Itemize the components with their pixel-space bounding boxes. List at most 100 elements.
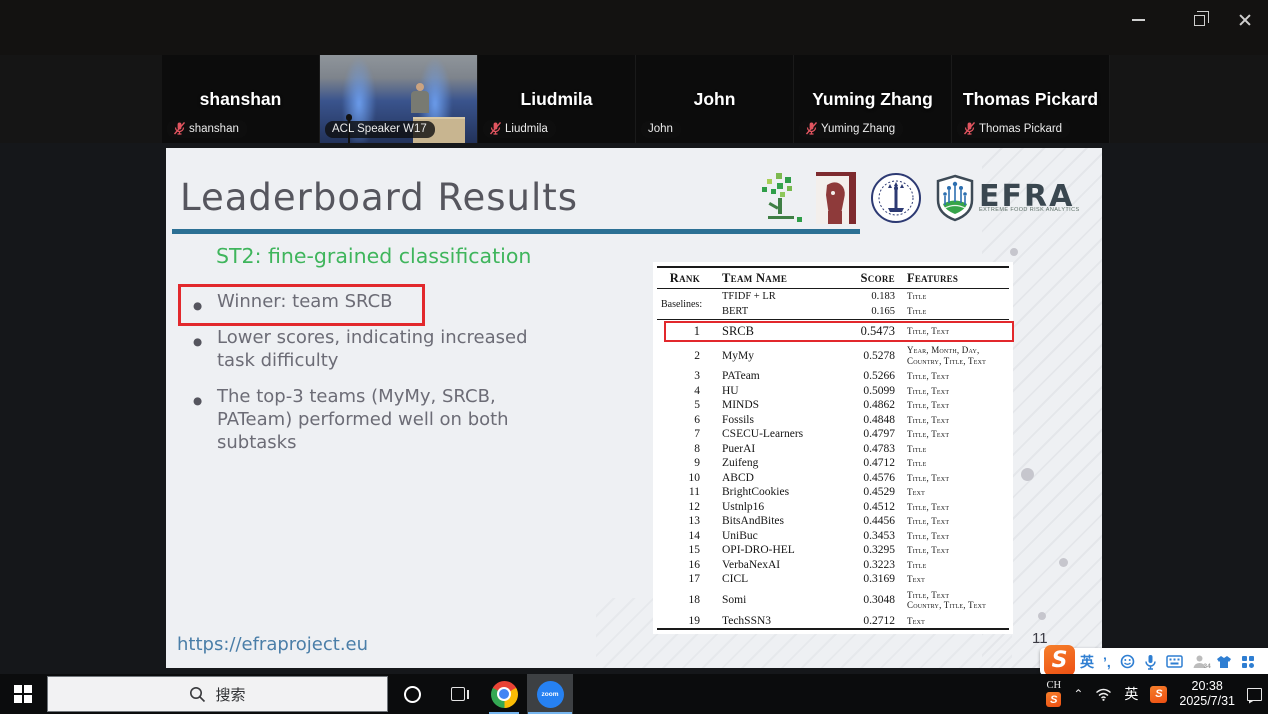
wifi-icon[interactable]	[1095, 688, 1112, 701]
cell-team: Ustnlp16	[712, 501, 837, 513]
punctuation-icon[interactable]: ’,	[1103, 654, 1111, 670]
cell-score: 0.4712	[837, 457, 895, 469]
emoji-icon[interactable]	[1120, 654, 1135, 669]
slide-subtitle: ST2: fine-grained classification	[216, 244, 531, 268]
cell-rank: 1	[657, 324, 712, 339]
chrome-taskbar-button[interactable]	[481, 674, 527, 714]
header-score: Score	[837, 271, 895, 286]
cell-team: BERT	[712, 306, 837, 317]
cell-features: Title, Text	[895, 473, 1009, 484]
toolbox-icon[interactable]	[1241, 655, 1255, 669]
cell-rank: 12	[657, 501, 712, 513]
table-row: 2 MyMy 0.5278 Year, Month, Day,Country, …	[657, 342, 1009, 369]
cell-rank: 3	[657, 370, 712, 382]
action-center-button[interactable]	[1247, 688, 1262, 701]
cell-team: HU	[712, 385, 837, 397]
cell-score: 0.3169	[837, 573, 895, 585]
close-button[interactable]	[1226, 4, 1264, 36]
sogou-logo-icon[interactable]: S	[1044, 645, 1075, 676]
slide-logos: EFRA EXTREME FOOD RISK ANALYTICS	[758, 170, 1080, 226]
table-row: 14 UniBuc 0.3453 Title, Text	[657, 529, 1009, 544]
cell-score: 0.5266	[837, 370, 895, 382]
cell-score: 0.4848	[837, 414, 895, 426]
table-row: 16 VerbaNexAI 0.3223 Title	[657, 558, 1009, 573]
search-input[interactable]: 搜索	[47, 676, 388, 712]
cell-team: BitsAndBites	[712, 515, 837, 527]
bullet-item: Lower scores, indicating increased task …	[190, 326, 562, 372]
table-row: 1 SRCB 0.5473 Title, Text	[657, 320, 1009, 342]
skin-icon[interactable]	[1216, 655, 1232, 669]
ime-language-toggle[interactable]: 英	[1080, 652, 1094, 672]
participant-label-text: shanshan	[189, 123, 239, 135]
cell-features: Title, Text	[895, 400, 1009, 411]
start-button[interactable]	[0, 674, 46, 714]
task-view-button[interactable]	[435, 674, 481, 714]
cell-score: 0.3223	[837, 559, 895, 571]
cell-team: MyMy	[712, 350, 837, 362]
cell-features: Title	[895, 458, 1009, 469]
chrome-icon	[491, 681, 518, 708]
cell-score: 0.4456	[837, 515, 895, 527]
participant-label-text: Thomas Pickard	[979, 123, 1062, 135]
cell-score: 0.4576	[837, 472, 895, 484]
tray-date: 2025/7/31	[1179, 694, 1235, 709]
cell-features: Title, Text	[895, 415, 1009, 426]
table-row: 7 CSECU-Learners 0.4797 Title, Text	[657, 427, 1009, 442]
page-number: 11	[1032, 630, 1048, 647]
sogou-status-icon[interactable]: S	[1150, 686, 1167, 703]
table-row: 11 BrightCookies 0.4529 Text	[657, 485, 1009, 500]
tray-expand-chevron[interactable]: ⌃	[1073, 687, 1083, 701]
minimize-button[interactable]	[1119, 4, 1157, 36]
bullet-item: Winner: team SRCB	[190, 290, 562, 313]
clock[interactable]: 20:38 2025/7/31	[1179, 679, 1235, 709]
presentation-slide: Leaderboard Results	[166, 148, 1102, 668]
participant-tile-yuming-zhang[interactable]: Yuming Zhang Yuming Zhang	[794, 55, 952, 143]
windows-logo-icon	[14, 685, 32, 703]
cell-rank: 15	[657, 544, 712, 556]
cell-features: Text	[895, 487, 1009, 498]
table-row: 4 HU 0.5099 Title, Text	[657, 384, 1009, 399]
cell-score: 0.2712	[837, 615, 895, 627]
sogou-ime-toolbar: S 英 ’, 34	[1040, 648, 1268, 675]
participant-tile-shanshan[interactable]: shanshan shanshan	[162, 55, 320, 143]
muted-mic-icon	[490, 122, 501, 135]
zoom-icon: zoom	[537, 681, 564, 708]
account-badge: 34	[1204, 663, 1211, 670]
zoom-meeting-window: shanshan shanshan ACL Speaker W17	[0, 0, 1268, 714]
table-row: 15 OPI-DRO-HEL 0.3295 Title, Text	[657, 543, 1009, 558]
cell-rank: 13	[657, 515, 712, 527]
participant-label: Yuming Zhang	[799, 120, 903, 138]
bullet-list: Winner: team SRCB Lower scores, indicati…	[190, 290, 562, 467]
ime-indicator[interactable]: CH S	[1046, 681, 1061, 707]
participant-tile-thomas-pickard[interactable]: Thomas Pickard Thomas Pickard	[952, 55, 1110, 143]
system-tray: CH S ⌃ 英 S 20:38 2025/7/31	[1046, 674, 1262, 714]
cell-features: Title, Text	[895, 516, 1009, 527]
project-link[interactable]: https://efraproject.eu	[177, 634, 368, 655]
video-strip: shanshan shanshan ACL Speaker W17	[0, 55, 1268, 143]
participant-label: shanshan	[167, 120, 247, 138]
cell-rank: 9	[657, 457, 712, 469]
voice-input-icon[interactable]	[1144, 654, 1157, 670]
keyboard-icon[interactable]	[1166, 655, 1183, 668]
cell-team: Somi	[712, 594, 837, 606]
participant-label: Thomas Pickard	[957, 120, 1070, 138]
ime-en-indicator[interactable]: 英	[1124, 684, 1138, 704]
pattern-dot	[1059, 558, 1068, 567]
cell-rank: 2	[657, 350, 712, 362]
table-row: 9 Zuifeng 0.4712 Title	[657, 456, 1009, 471]
cell-team: BrightCookies	[712, 486, 837, 498]
participant-tile-john[interactable]: John John	[636, 55, 794, 143]
cell-rank: 16	[657, 559, 712, 571]
cell-score: 0.4862	[837, 399, 895, 411]
participant-label-text: John	[648, 123, 673, 135]
participant-tile-liudmila[interactable]: Liudmila Liudmila	[478, 55, 636, 143]
participant-label-text: Yuming Zhang	[821, 123, 895, 135]
zoom-taskbar-button[interactable]: zoom	[527, 674, 573, 714]
ranked-rows: 1 SRCB 0.5473 Title, Text 2 MyMy 0.5278 …	[657, 320, 1009, 628]
cortana-button[interactable]	[389, 674, 435, 714]
search-placeholder: 搜索	[215, 684, 245, 705]
account-icon[interactable]: 34	[1192, 654, 1207, 669]
restore-button[interactable]	[1180, 4, 1218, 36]
cell-team: CSECU-Learners	[712, 428, 837, 440]
participant-tile-acl-speaker-w17[interactable]: ACL Speaker W17	[320, 55, 478, 143]
